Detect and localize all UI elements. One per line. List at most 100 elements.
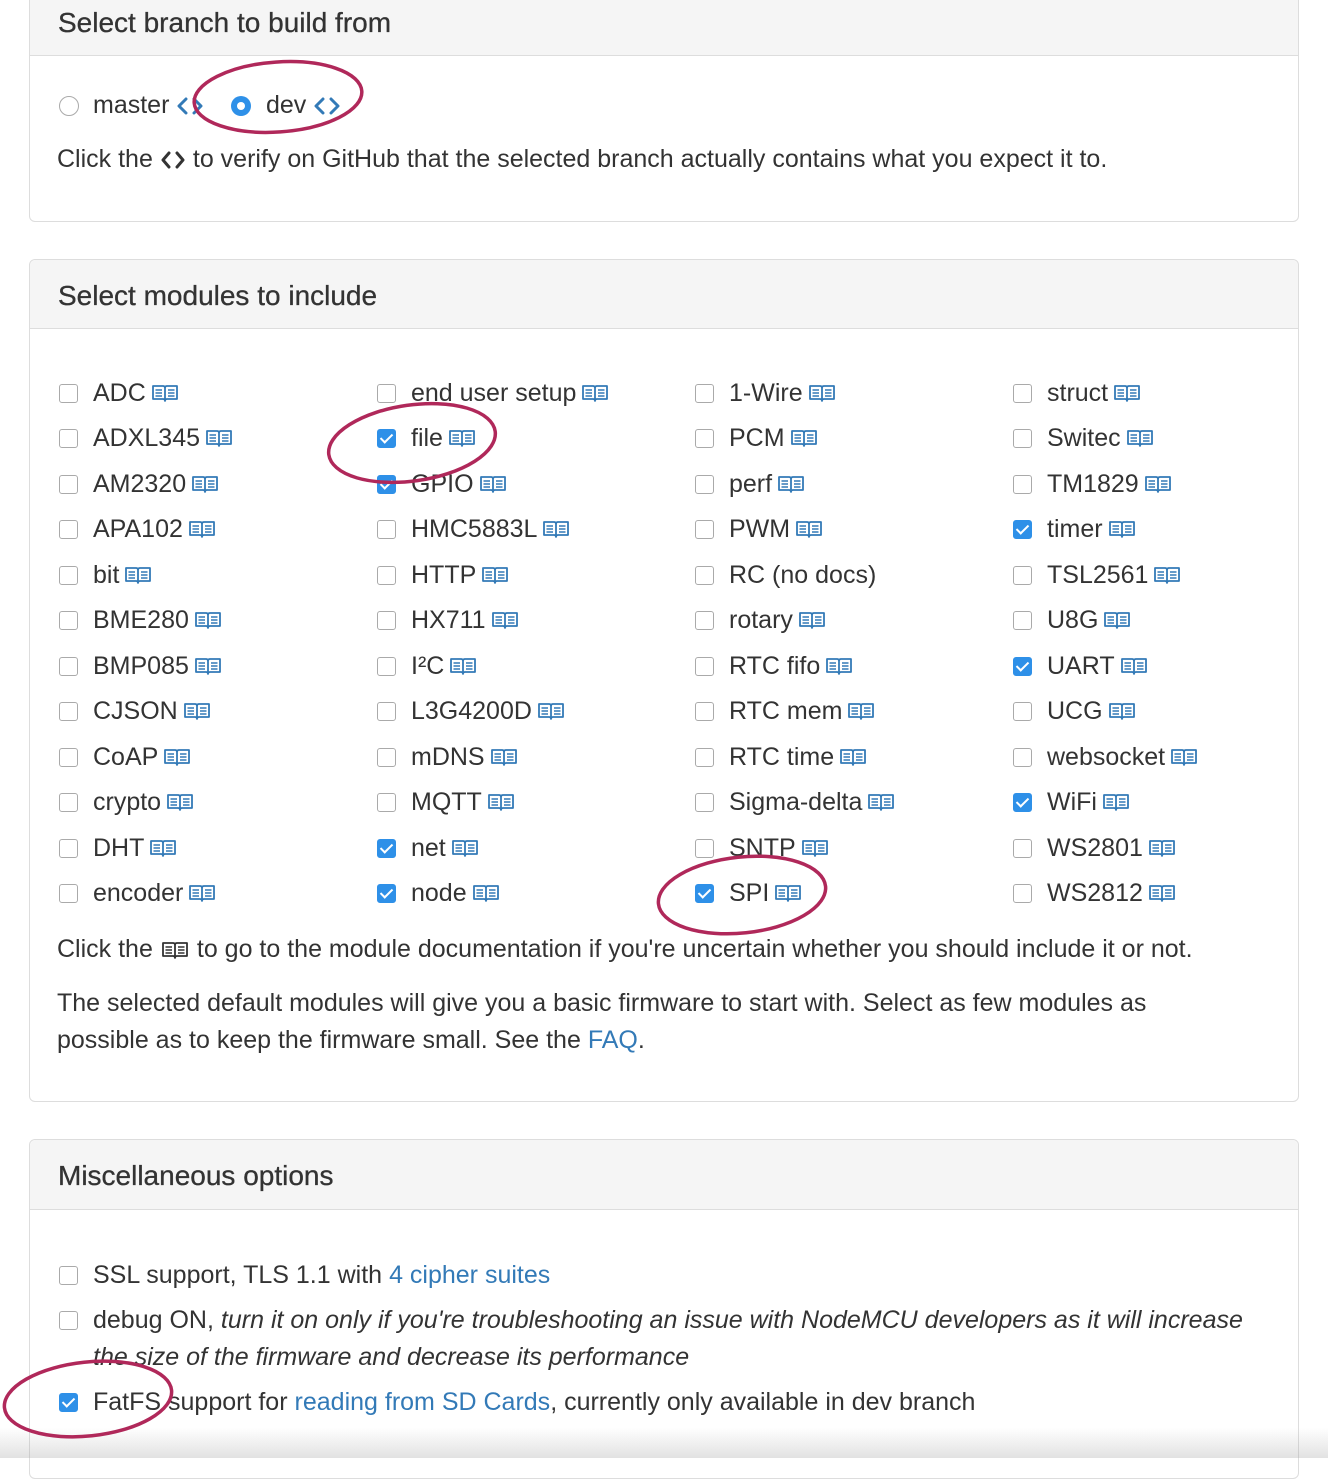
module-option[interactable]: APA102: [59, 514, 216, 544]
module-checkbox[interactable]: [695, 474, 714, 494]
module-checkbox[interactable]: [377, 747, 396, 767]
module-checkbox[interactable]: [1013, 565, 1032, 585]
module-option[interactable]: I²C: [377, 651, 477, 681]
module-option[interactable]: CoAP: [59, 742, 191, 772]
module-option[interactable]: TM1829: [1013, 469, 1172, 499]
module-checkbox[interactable]: [695, 701, 714, 721]
module-option[interactable]: timer: [1013, 514, 1136, 544]
book-icon[interactable]: [1103, 610, 1131, 630]
module-option[interactable]: Switec: [1013, 423, 1154, 453]
book-icon[interactable]: [777, 474, 805, 494]
radio-master[interactable]: [59, 95, 79, 116]
book-icon[interactable]: [1120, 656, 1148, 676]
ssl-option[interactable]: SSL support, TLS 1.1 with 4 cipher suite…: [59, 1260, 550, 1290]
module-option[interactable]: bit: [59, 560, 152, 590]
book-icon[interactable]: [1148, 838, 1176, 858]
book-icon[interactable]: [191, 474, 219, 494]
cipher-suites-link[interactable]: 4 cipher suites: [389, 1262, 550, 1288]
module-option[interactable]: SPI: [695, 878, 802, 908]
book-icon[interactable]: [205, 428, 233, 448]
book-icon[interactable]: [1153, 565, 1181, 585]
book-icon[interactable]: [188, 883, 216, 903]
module-checkbox[interactable]: [377, 792, 396, 812]
module-option[interactable]: HTTP: [377, 560, 509, 590]
module-option[interactable]: node: [377, 878, 500, 908]
book-icon[interactable]: [449, 656, 477, 676]
module-option[interactable]: rotary: [695, 605, 826, 635]
code-brackets-icon[interactable]: [177, 97, 203, 115]
book-icon[interactable]: [847, 701, 875, 721]
module-checkbox[interactable]: [59, 474, 78, 494]
module-checkbox[interactable]: [59, 565, 78, 585]
module-checkbox[interactable]: [377, 883, 396, 903]
module-checkbox[interactable]: [377, 838, 396, 858]
module-checkbox[interactable]: [377, 565, 396, 585]
book-icon[interactable]: [801, 838, 829, 858]
module-checkbox[interactable]: [1013, 656, 1032, 676]
module-option[interactable]: MQTT: [377, 787, 515, 817]
module-checkbox[interactable]: [695, 565, 714, 585]
module-option[interactable]: RC (no docs): [695, 560, 876, 590]
book-icon[interactable]: [1108, 701, 1136, 721]
book-icon[interactable]: [124, 565, 152, 585]
book-icon[interactable]: [1144, 474, 1172, 494]
module-option[interactable]: perf: [695, 469, 805, 499]
module-checkbox[interactable]: [695, 519, 714, 539]
module-option[interactable]: end user setup: [377, 378, 609, 408]
module-option[interactable]: HMC5883L: [377, 514, 570, 544]
module-checkbox[interactable]: [1013, 701, 1032, 721]
module-checkbox[interactable]: [59, 792, 78, 812]
module-option[interactable]: RTC time: [695, 742, 867, 772]
book-icon[interactable]: [163, 747, 191, 767]
module-checkbox[interactable]: [377, 519, 396, 539]
module-checkbox[interactable]: [695, 838, 714, 858]
module-checkbox[interactable]: [377, 428, 396, 448]
book-icon[interactable]: [1113, 383, 1141, 403]
module-checkbox[interactable]: [695, 747, 714, 767]
book-icon[interactable]: [581, 383, 609, 403]
module-checkbox[interactable]: [695, 792, 714, 812]
book-icon[interactable]: [1108, 519, 1136, 539]
book-icon[interactable]: [790, 428, 818, 448]
fatfs-checkbox[interactable]: [59, 1392, 78, 1412]
book-icon[interactable]: [1148, 883, 1176, 903]
code-brackets-icon[interactable]: [314, 97, 340, 115]
module-checkbox[interactable]: [377, 474, 396, 494]
module-checkbox[interactable]: [1013, 747, 1032, 767]
module-option[interactable]: CJSON: [59, 696, 211, 726]
module-option[interactable]: mDNS: [377, 742, 518, 772]
module-checkbox[interactable]: [695, 656, 714, 676]
module-checkbox[interactable]: [59, 701, 78, 721]
module-option[interactable]: HX711: [377, 605, 519, 635]
module-checkbox[interactable]: [377, 701, 396, 721]
module-option[interactable]: AM2320: [59, 469, 219, 499]
module-option[interactable]: BME280: [59, 605, 222, 635]
module-checkbox[interactable]: [695, 610, 714, 630]
book-icon[interactable]: [151, 383, 179, 403]
book-icon[interactable]: [194, 610, 222, 630]
module-option[interactable]: RTC mem: [695, 696, 875, 726]
module-option[interactable]: ADC: [59, 378, 179, 408]
module-option[interactable]: GPIO: [377, 469, 507, 499]
module-checkbox[interactable]: [695, 428, 714, 448]
faq-link[interactable]: FAQ: [588, 1026, 638, 1054]
module-option[interactable]: RTC fifo: [695, 651, 853, 681]
module-checkbox[interactable]: [59, 383, 78, 403]
module-option[interactable]: WS2812: [1013, 878, 1176, 908]
module-checkbox[interactable]: [59, 883, 78, 903]
book-icon[interactable]: [183, 701, 211, 721]
module-checkbox[interactable]: [1013, 792, 1032, 812]
module-option[interactable]: TSL2561: [1013, 560, 1181, 590]
branch-option-master[interactable]: master: [59, 93, 203, 118]
book-icon[interactable]: [537, 701, 565, 721]
module-option[interactable]: WS2801: [1013, 833, 1176, 863]
book-icon[interactable]: [472, 883, 500, 903]
book-icon[interactable]: [808, 383, 836, 403]
ssl-checkbox[interactable]: [59, 1265, 78, 1285]
module-checkbox[interactable]: [59, 519, 78, 539]
module-checkbox[interactable]: [377, 656, 396, 676]
book-icon[interactable]: [1170, 747, 1198, 767]
module-checkbox[interactable]: [695, 383, 714, 403]
book-icon[interactable]: [188, 519, 216, 539]
book-icon[interactable]: [1126, 428, 1154, 448]
